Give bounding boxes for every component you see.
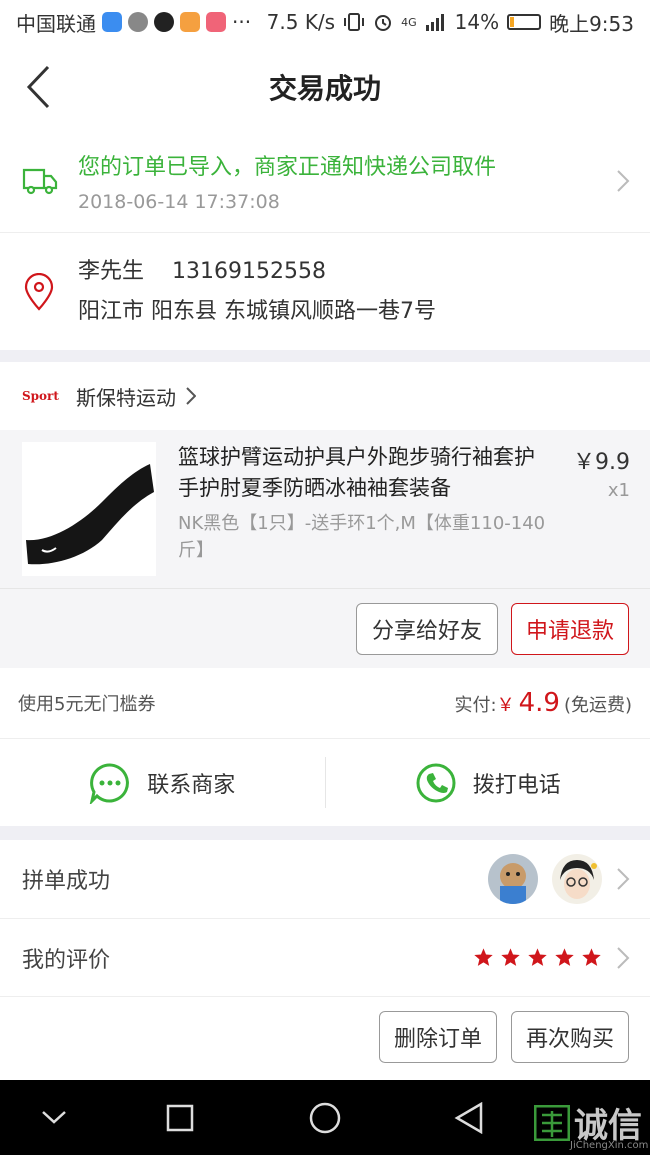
star-icon: [528, 948, 547, 966]
recipient-phone: 13169152558: [172, 258, 326, 284]
rebuy-button[interactable]: 再次购买: [511, 1011, 629, 1063]
item-actions: 分享给好友 申请退款: [0, 588, 650, 668]
payment-summary: 使用5元无门槛券 实付: ￥ 4.9 (免运费): [0, 668, 650, 738]
group-buy-row[interactable]: 拼单成功: [0, 840, 650, 918]
star-icon: [501, 948, 520, 966]
collapse-icon[interactable]: [40, 1108, 68, 1126]
phone-icon: [416, 763, 456, 802]
more-notifications: ···: [232, 10, 252, 34]
star-icon: [555, 948, 574, 966]
shipping-status[interactable]: 您的订单已导入，商家正通知快递公司取件 2018-06-14 17:37:08: [0, 130, 650, 232]
location-pin-icon: [24, 272, 54, 311]
back-button[interactable]: [18, 62, 58, 112]
product-title: 篮球护臂运动护具户外跑步骑行袖套护手护肘夏季防晒冰袖袖套装备: [178, 445, 535, 500]
back-triangle-icon[interactable]: [454, 1102, 484, 1134]
my-review-row[interactable]: 我的评价: [0, 918, 650, 996]
contact-seller-button[interactable]: 联系商家: [0, 739, 325, 826]
signal-icon: [425, 14, 444, 31]
coupon-label: 使用5元无门槛券: [18, 694, 156, 715]
vibrate-icon: [344, 13, 365, 31]
shop-name: 斯保特运动: [76, 385, 176, 410]
order-actions: 删除订单 再次购买: [0, 996, 650, 1080]
star-icon: [582, 948, 601, 966]
chat-bubble-icon: [90, 762, 130, 804]
video-app-icon: [180, 12, 200, 32]
paid-label: 实付:: [454, 695, 497, 716]
battery-icon: [507, 14, 542, 30]
watermark-logo-icon: [534, 1104, 570, 1141]
delivery-address: 李先生 13169152558 阳江市 阳东县 东城镇风顺路一巷7号: [0, 232, 650, 350]
address-detail: 阳江市 阳东县 东城镇风顺路一巷7号: [78, 298, 436, 324]
chevron-right-icon: [186, 387, 196, 405]
shipping-time: 2018-06-14 17:37:08: [78, 191, 280, 213]
shop-logo: Sport: [22, 389, 59, 403]
network-type: 4G: [401, 15, 417, 29]
star-icon: [474, 948, 493, 966]
carrier-label: 中国联通: [16, 11, 96, 36]
watermark: 诚信 JiChengXin.com: [534, 1098, 648, 1151]
page-title: 交易成功: [268, 72, 381, 105]
review-stars: [473, 947, 602, 968]
call-button[interactable]: 拨打电话: [326, 739, 650, 826]
review-label: 我的评价: [22, 947, 111, 973]
wechat-icon: [128, 12, 148, 32]
back-arrow-icon: [26, 65, 50, 109]
shield-app-icon: [102, 12, 122, 32]
chevron-right-icon: [617, 868, 630, 890]
group-avatars: [488, 854, 602, 904]
delete-order-button[interactable]: 删除订单: [379, 1011, 497, 1063]
shipping-message: 您的订单已导入，商家正通知快递公司取件: [78, 155, 497, 180]
product-image: [22, 442, 156, 576]
watermark-sub: JiChengXin.com: [570, 1140, 649, 1151]
avatar: [488, 854, 538, 904]
arm-sleeve-image: [26, 464, 154, 565]
call-label: 拨打电话: [472, 772, 561, 798]
nav-bar: 交易成功: [0, 44, 650, 130]
currency-symbol: ￥: [496, 695, 515, 716]
refund-button[interactable]: 申请退款: [511, 603, 629, 655]
pinduoduo-icon: [206, 12, 226, 32]
product-price: ￥9.9: [573, 450, 630, 475]
alarm-icon: [375, 15, 392, 31]
recipient-name: 李先生: [78, 258, 145, 284]
chevron-right-icon: [617, 947, 630, 969]
shop-header[interactable]: Sport 斯保特运动: [0, 362, 650, 430]
network-speed: 7.5 K/s: [266, 10, 336, 34]
product-item[interactable]: 篮球护臂运动护具户外跑步骑行袖套护手护肘夏季防晒冰袖袖套装备 NK黑色【1只】-…: [0, 430, 650, 588]
tiktok-icon: [154, 12, 174, 32]
product-qty: x1: [607, 480, 630, 501]
clock: 晚上9:53: [549, 11, 634, 36]
status-bar: 中国联通 ··· 7.5 K/s 4G 14% 晚上9:53: [0, 0, 650, 44]
group-buy-label: 拼单成功: [22, 869, 111, 894]
battery-percent: 14%: [454, 10, 500, 34]
chevron-right-icon: [617, 170, 630, 192]
truck-icon: [22, 168, 58, 195]
recent-apps-icon[interactable]: [166, 1104, 194, 1132]
paid-amount: 4.9: [518, 688, 560, 718]
avatar: [552, 854, 602, 904]
shipping-note: (免运费): [563, 695, 632, 716]
share-button[interactable]: 分享给好友: [356, 603, 498, 655]
contact-seller-label: 联系商家: [147, 772, 236, 798]
contact-bar: 联系商家 拨打电话: [0, 738, 650, 826]
home-icon[interactable]: [309, 1102, 341, 1134]
product-spec: NK黑色【1只】-送手环1个,M【体重110-140斤】: [178, 513, 546, 561]
